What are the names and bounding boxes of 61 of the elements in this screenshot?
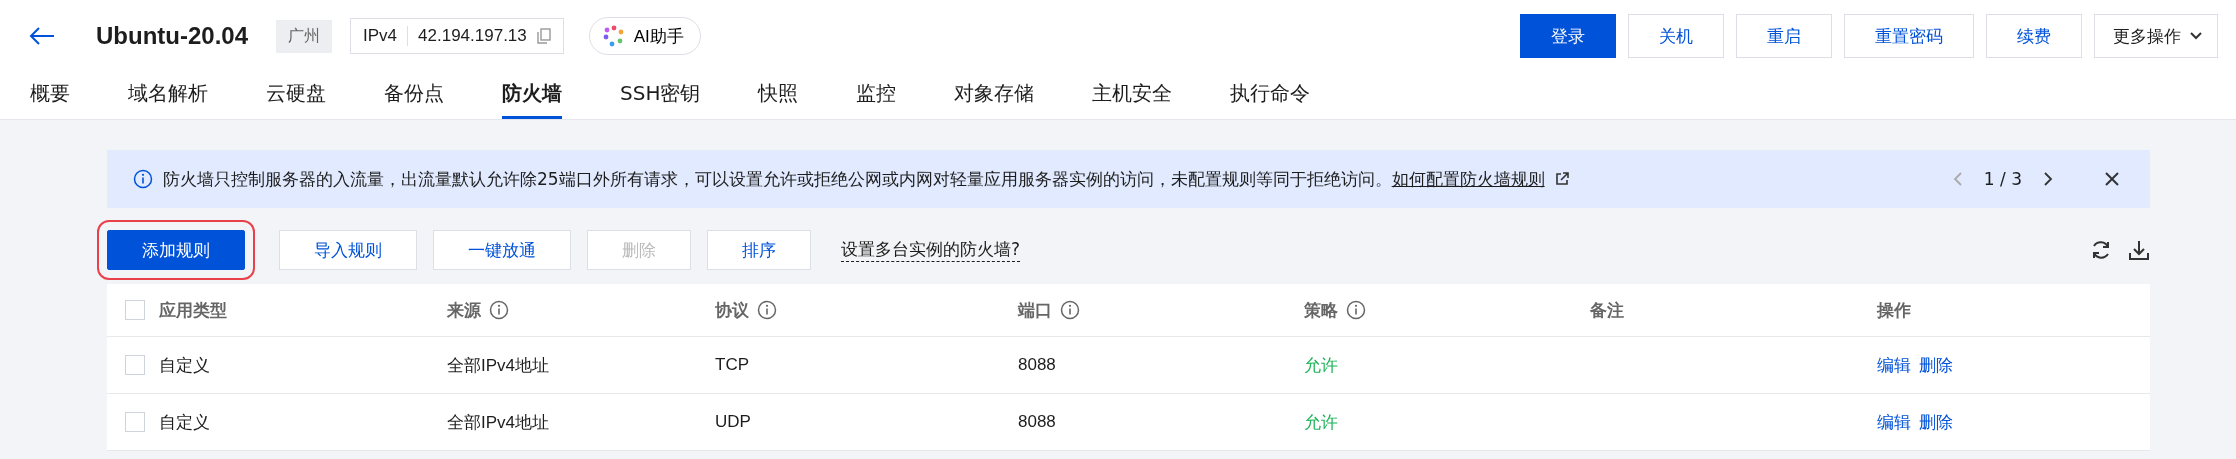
- tab[interactable]: 监控: [856, 72, 897, 119]
- tab[interactable]: 主机安全: [1092, 72, 1173, 119]
- region-tag: 广州: [276, 19, 332, 53]
- tab[interactable]: 防火墙: [502, 72, 562, 119]
- toolbar-button[interactable]: 一键放通: [433, 230, 571, 270]
- tab[interactable]: 执行命令: [1230, 72, 1311, 119]
- more-actions-dropdown[interactable]: 更多操作: [2094, 14, 2218, 58]
- table-cell-text: 全部IPv4地址: [447, 411, 550, 434]
- column-header: 端口: [1018, 299, 1052, 322]
- row-checkbox[interactable]: [125, 412, 145, 432]
- row-action-link[interactable]: 删除: [1919, 353, 1953, 377]
- tab[interactable]: 快照: [758, 72, 799, 119]
- table-cell-text: 全部IPv4地址: [447, 354, 550, 377]
- column-header: 操作: [1877, 299, 1911, 322]
- notice-text: 防火墙只控制服务器的入流量，出流量默认允许除25端口外所有请求，可以设置允许或拒绝公网或内网对轻量应用服务器实例的访问，未配置规则等同于拒绝访问。如何配置防火墙规则: [163, 167, 1545, 191]
- column-header: 策略: [1304, 299, 1338, 322]
- table-cell: UDP: [715, 412, 751, 432]
- action-button[interactable]: 重启: [1736, 14, 1832, 58]
- multi-instance-link[interactable]: 设置多台实例的防火墙?: [841, 238, 1021, 262]
- row-action-link[interactable]: 编辑: [1877, 353, 1911, 377]
- policy-text: 允许: [1304, 354, 1338, 377]
- download-icon[interactable]: [2128, 239, 2150, 261]
- column-header: 协议: [715, 299, 749, 322]
- action-button[interactable]: 关机: [1628, 14, 1724, 58]
- row-action-link[interactable]: 编辑: [1877, 410, 1911, 434]
- row-checkbox[interactable]: [125, 355, 145, 375]
- column-header: 来源: [447, 299, 481, 322]
- tab[interactable]: 对象存储: [954, 72, 1035, 119]
- toolbar-button[interactable]: 排序: [707, 230, 811, 270]
- action-button[interactable]: 续费: [1986, 14, 2082, 58]
- select-all-checkbox[interactable]: [125, 300, 145, 320]
- help-link[interactable]: 如何配置防火墙规则: [1391, 168, 1545, 189]
- column-header: 备注: [1590, 299, 1624, 322]
- toolbar-button[interactable]: 导入规则: [279, 230, 417, 270]
- column-header: 应用类型: [159, 299, 227, 322]
- info-icon: [133, 169, 153, 189]
- table-cell: TCP: [715, 355, 749, 375]
- tab[interactable]: 域名解析: [128, 72, 208, 119]
- policy-text: 允许: [1304, 411, 1338, 434]
- close-icon[interactable]: [2104, 171, 2120, 187]
- table-cell-text: 自定义: [159, 354, 210, 377]
- page-indicator: 1 / 3: [1983, 169, 2022, 189]
- next-icon[interactable]: [2042, 171, 2054, 187]
- chevron-down-icon: [2189, 31, 2203, 41]
- tab[interactable]: 概要: [30, 72, 70, 119]
- row-action-link[interactable]: 删除: [1919, 410, 1953, 434]
- tab[interactable]: SSH密钥: [620, 72, 701, 119]
- ai-assistant-button[interactable]: AI助手: [588, 17, 701, 55]
- ip-address-box: IPv4 42.194.197.13: [350, 18, 564, 54]
- sparkle-icon: [601, 24, 626, 48]
- tab[interactable]: 备份点: [384, 72, 444, 119]
- action-button[interactable]: 重置密码: [1844, 14, 1974, 58]
- table-cell-text: 自定义: [159, 411, 210, 434]
- tab[interactable]: 云硬盘: [266, 72, 326, 119]
- table-cell: 8088: [1018, 412, 1056, 432]
- external-link-icon[interactable]: [1554, 172, 1569, 186]
- table-cell: 8088: [1018, 355, 1056, 375]
- action-button[interactable]: 登录: [1520, 14, 1616, 58]
- instance-title: Ubuntu-20.04: [96, 22, 248, 50]
- back-arrow-icon[interactable]: [28, 26, 56, 46]
- refresh-icon[interactable]: [2090, 239, 2112, 261]
